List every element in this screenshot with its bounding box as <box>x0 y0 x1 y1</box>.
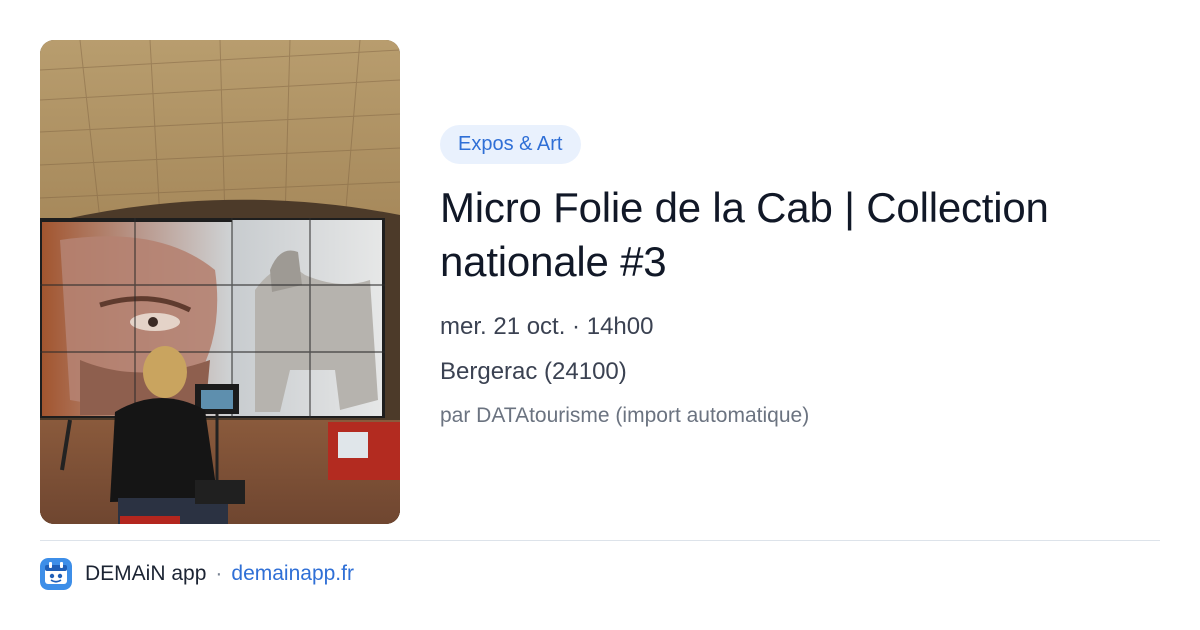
event-title: Micro Folie de la Cab | Collection natio… <box>440 184 1049 285</box>
footer-divider <box>40 540 1160 541</box>
event-photo[interactable] <box>40 40 400 524</box>
category-badge[interactable]: Expos & Art <box>440 125 581 164</box>
demain-app-icon <box>40 558 72 590</box>
footer-separator: · <box>215 562 223 585</box>
event-date: mer. 21 oct. · 14h00 <box>440 313 654 340</box>
footer: DEMAiN app · demainapp.fr <box>40 558 354 590</box>
event-source: par DATAtourisme (import automatique) <box>440 404 810 427</box>
app-name: DEMAiN app <box>85 562 207 585</box>
app-link[interactable]: demainapp.fr <box>231 562 354 586</box>
event-location: Bergerac (24100) <box>440 358 627 385</box>
